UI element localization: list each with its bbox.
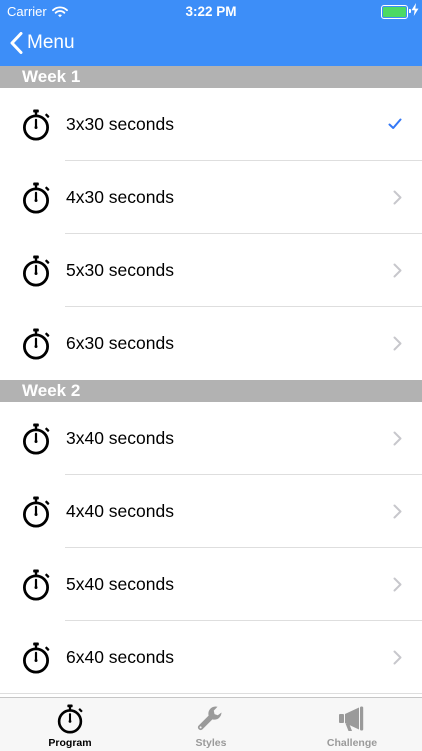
stopwatch-icon [22,182,50,214]
list-item-label: 3x30 seconds [66,114,174,134]
tab-styles[interactable]: Styles [141,698,281,751]
list-item[interactable]: 4x40 seconds [0,475,422,548]
stopwatch-icon [22,255,50,287]
stopwatch-icon [22,423,50,455]
list-item-label: 4x40 seconds [66,501,174,521]
top-bar: Carrier 3:22 PM Menu [0,0,422,66]
section-header-week-1: Week 1 [0,66,422,88]
status-bar: Carrier 3:22 PM [0,0,422,22]
list-item[interactable]: 6x30 seconds [0,307,422,380]
tab-program-label: Program [48,737,92,749]
list-item[interactable]: 3x30 seconds [0,88,422,161]
list-item-label: 5x30 seconds [66,260,174,280]
charging-bolt-icon [411,3,419,16]
chevron-right-icon [393,336,402,351]
checkmark-icon [388,118,402,129]
tab-bar: Program Styles Challenge [0,697,422,751]
list-item[interactable]: 6x40 seconds [0,621,422,694]
back-button-label: Menu [27,32,75,53]
chevron-right-icon [393,263,402,278]
list-item-label: 4x30 seconds [66,187,174,207]
status-time: 3:22 PM [185,4,237,19]
stopwatch-icon [22,569,50,601]
tab-challenge-label: Challenge [326,737,378,749]
list-item[interactable]: 5x40 seconds [0,548,422,621]
list-item-label: 6x30 seconds [66,333,174,353]
tab-program[interactable]: Program [0,698,140,751]
chevron-right-icon [393,577,402,592]
stopwatch-icon [22,109,50,141]
chevron-right-icon [393,650,402,665]
battery-icon [381,5,411,19]
section-header-week-2: Week 2 [0,380,422,402]
chevron-right-icon [393,431,402,446]
list-item-label: 3x40 seconds [66,428,174,448]
tab-challenge[interactable]: Challenge [282,698,422,751]
tab-styles-label: Styles [195,737,227,749]
stopwatch-icon [22,642,50,674]
chevron-right-icon [393,504,402,519]
battery-fill [383,7,406,17]
megaphone-icon [339,706,364,731]
wrench-icon [197,706,222,731]
chevron-left-icon [10,32,23,54]
list-item[interactable]: 4x30 seconds [0,161,422,234]
stopwatch-icon [22,496,50,528]
list-item-label: 5x40 seconds [66,574,174,594]
chevron-right-icon [393,190,402,205]
list-item[interactable]: 5x30 seconds [0,234,422,307]
stopwatch-icon [57,704,83,734]
row-separator [0,693,422,694]
list-item-label: 6x40 seconds [66,647,174,667]
back-button[interactable]: Menu [10,30,75,56]
list-item[interactable]: 3x40 seconds [0,402,422,475]
program-list[interactable]: Week 1 3x30 seconds 4x30 seconds 5x30 se… [0,66,422,694]
stopwatch-icon [22,328,50,360]
